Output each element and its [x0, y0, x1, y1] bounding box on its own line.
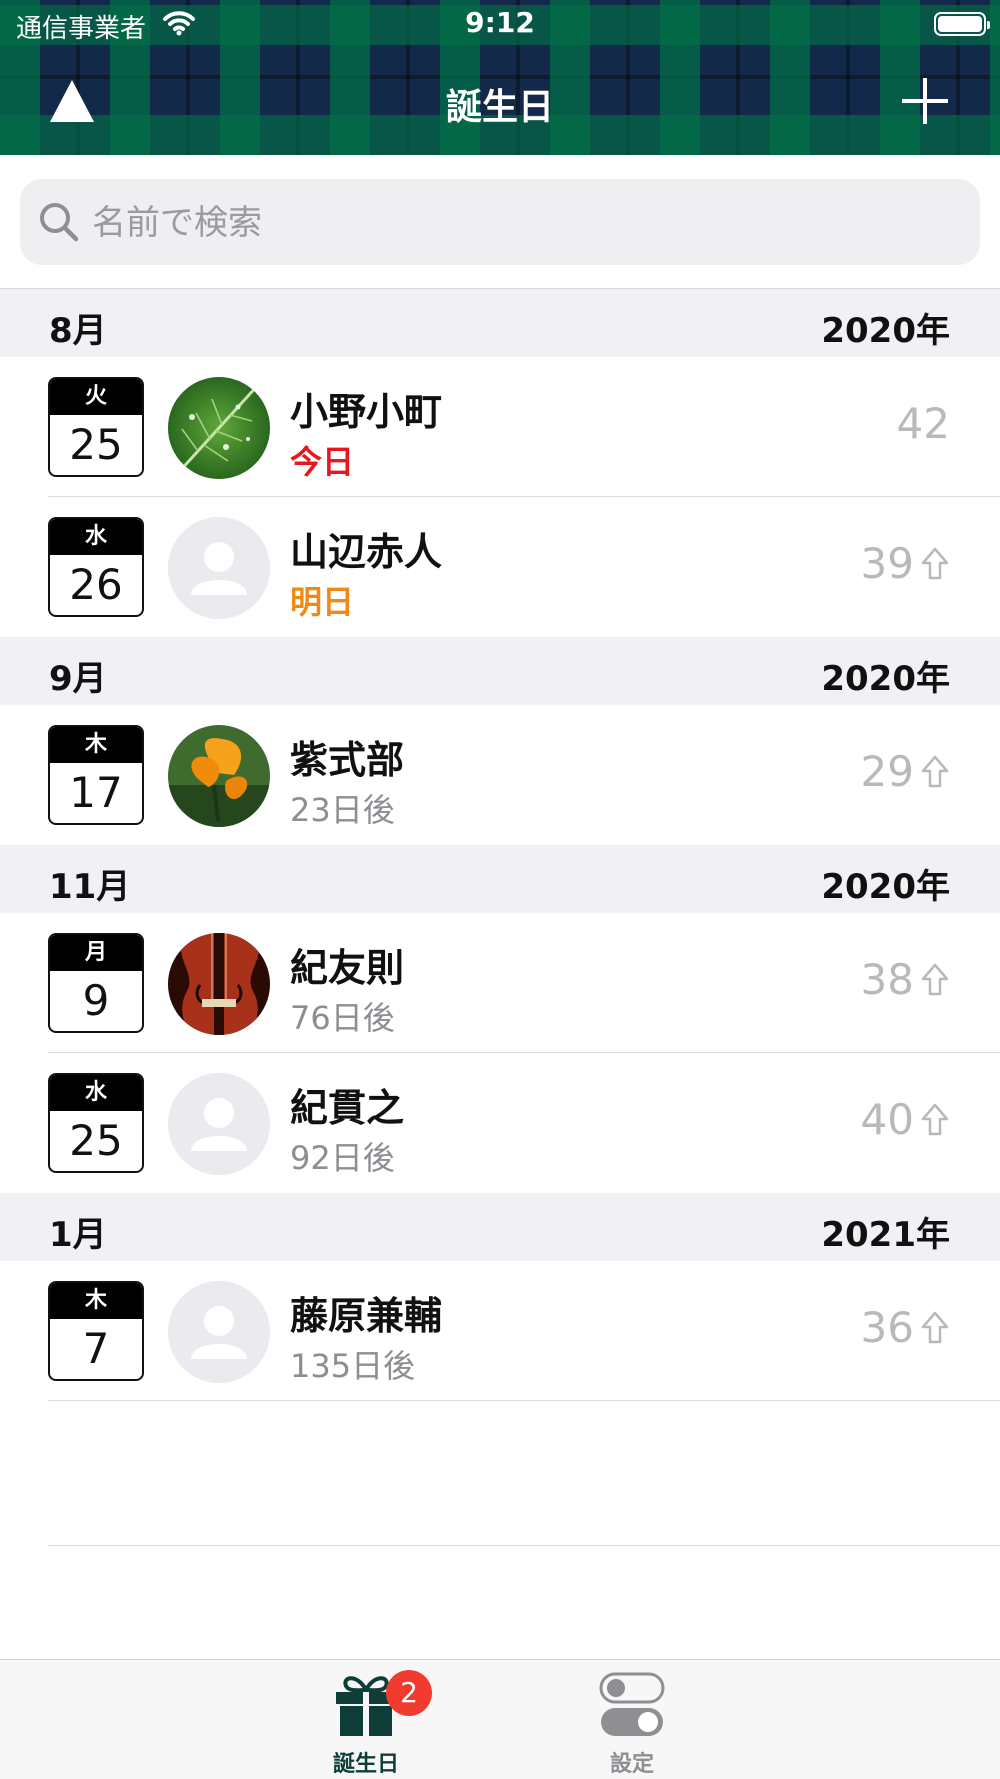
section-month: 8月	[49, 311, 107, 351]
add-button[interactable]	[902, 78, 948, 124]
tab-birthdays[interactable]: 2 誕生日	[306, 1670, 432, 1778]
battery-icon	[934, 12, 990, 36]
weekday-label: 水	[50, 519, 142, 555]
search-icon	[38, 201, 80, 247]
list-item[interactable]: 火 25 小野小町今日 42	[0, 357, 1000, 497]
day-number: 26	[69, 560, 123, 609]
days-until-label: 今日	[290, 443, 355, 481]
section-header: 11月 2020年	[0, 845, 1000, 913]
day-number: 25	[69, 1116, 123, 1165]
contact-name: 紀友則	[290, 946, 405, 990]
days-until-label: 92日後	[290, 1139, 395, 1177]
day-number: 9	[82, 976, 110, 1025]
search-input[interactable]	[90, 179, 954, 267]
avatar	[168, 377, 270, 479]
contact-name: 山辺赤人	[290, 530, 443, 574]
day-number: 7	[82, 1324, 110, 1373]
arrow-up-icon	[921, 1103, 949, 1135]
status-time: 9:12	[465, 6, 535, 39]
age-number: 40	[860, 1095, 914, 1144]
contact-name: 小野小町	[290, 390, 443, 434]
tab-label: 誕生日	[332, 1752, 399, 1777]
day-number: 25	[69, 420, 123, 469]
calendar-date-icon: 水 26	[48, 517, 144, 617]
avatar	[168, 1073, 270, 1175]
navigation-header: 通信事業者 9:12 誕生日	[0, 0, 1000, 155]
day-number: 17	[69, 768, 123, 817]
calendar-date-icon: 木7	[48, 1281, 144, 1381]
age-value: 38	[861, 955, 950, 1004]
calendar-date-icon: 木 17	[48, 725, 144, 825]
age-number: 36	[860, 1303, 914, 1352]
list-item[interactable]: 木 17 紫式部 23日後 29	[0, 705, 1000, 845]
list-item[interactable]: 水 25 紀貫之 92日後 40	[0, 1053, 1000, 1193]
age-number: 29	[860, 747, 914, 796]
arrow-up-icon	[921, 963, 949, 995]
section-header: 9月 2020年	[0, 637, 1000, 705]
arrow-up-icon	[921, 547, 949, 579]
weekday-label: 水	[50, 1075, 142, 1111]
weekday-label: 火	[50, 379, 142, 415]
avatar	[168, 517, 270, 619]
arrow-up-icon	[921, 755, 949, 787]
list-item[interactable]: 木 7 藤原兼輔 135日後 36	[0, 1261, 1000, 1401]
weekday-label: 木	[50, 1283, 142, 1319]
contact-name: 紫式部	[290, 738, 405, 782]
section-year: 2020年	[821, 311, 950, 351]
avatar	[168, 725, 270, 827]
age-value: 42	[897, 399, 950, 448]
list-item[interactable]: 月 9 紀友則 76日後 38	[0, 913, 1000, 1053]
calendar-date-icon: 月9	[48, 933, 144, 1033]
days-until-label: 76日後	[290, 999, 395, 1037]
days-until-label: 明日	[290, 583, 355, 621]
list-item[interactable]: 水 26 山辺赤人明日 39	[0, 497, 1000, 637]
contact-name: 藤原兼輔	[290, 1294, 443, 1338]
age-value: 39	[861, 539, 950, 588]
days-until-label: 23日後	[290, 791, 395, 829]
tab-bar: 2 誕生日 設定	[0, 1659, 1000, 1779]
birthday-list: 8月 2020年火 25 小野小町 今日 42 水 26 山辺赤人 明日 39 9月 2020年木 17 紫…	[0, 289, 1000, 1401]
age-number: 42	[896, 399, 950, 448]
section-header: 8月 2020年	[0, 289, 1000, 357]
tab-settings[interactable]: 設定	[572, 1670, 692, 1778]
avatar	[168, 933, 270, 1035]
age-value: 36	[861, 1303, 950, 1352]
avatar	[168, 1281, 270, 1383]
gift-icon	[332, 1676, 400, 1742]
contact-name: 紀貫之	[290, 1086, 405, 1130]
arrow-up-icon	[921, 1311, 949, 1343]
section-month: 9月	[49, 659, 107, 699]
days-until-label: 135日後	[290, 1347, 416, 1385]
section-header: 1月 2021年	[0, 1193, 1000, 1261]
section-year: 2020年	[821, 659, 950, 699]
age-number: 38	[860, 955, 914, 1004]
section-year: 2021年	[821, 1215, 950, 1255]
calendar-date-icon: 水 25	[48, 1073, 144, 1173]
divider	[48, 1545, 1000, 1546]
weekday-label: 月	[50, 935, 142, 971]
age-value: 29	[861, 747, 950, 796]
toggle-icon	[598, 1672, 666, 1742]
weekday-label: 木	[50, 727, 142, 763]
page-title: 誕生日	[445, 87, 554, 128]
age-value: 40	[861, 1095, 950, 1144]
tab-label: 設定	[609, 1752, 654, 1777]
section-month: 11月	[49, 867, 131, 907]
age-number: 39	[860, 539, 914, 588]
notification-badge: 2	[386, 1670, 432, 1716]
divider	[48, 1400, 1000, 1401]
section-year: 2020年	[821, 867, 950, 907]
search-bar[interactable]	[20, 179, 980, 267]
section-month: 1月	[49, 1215, 107, 1255]
calendar-date-icon: 火 25	[48, 377, 144, 477]
